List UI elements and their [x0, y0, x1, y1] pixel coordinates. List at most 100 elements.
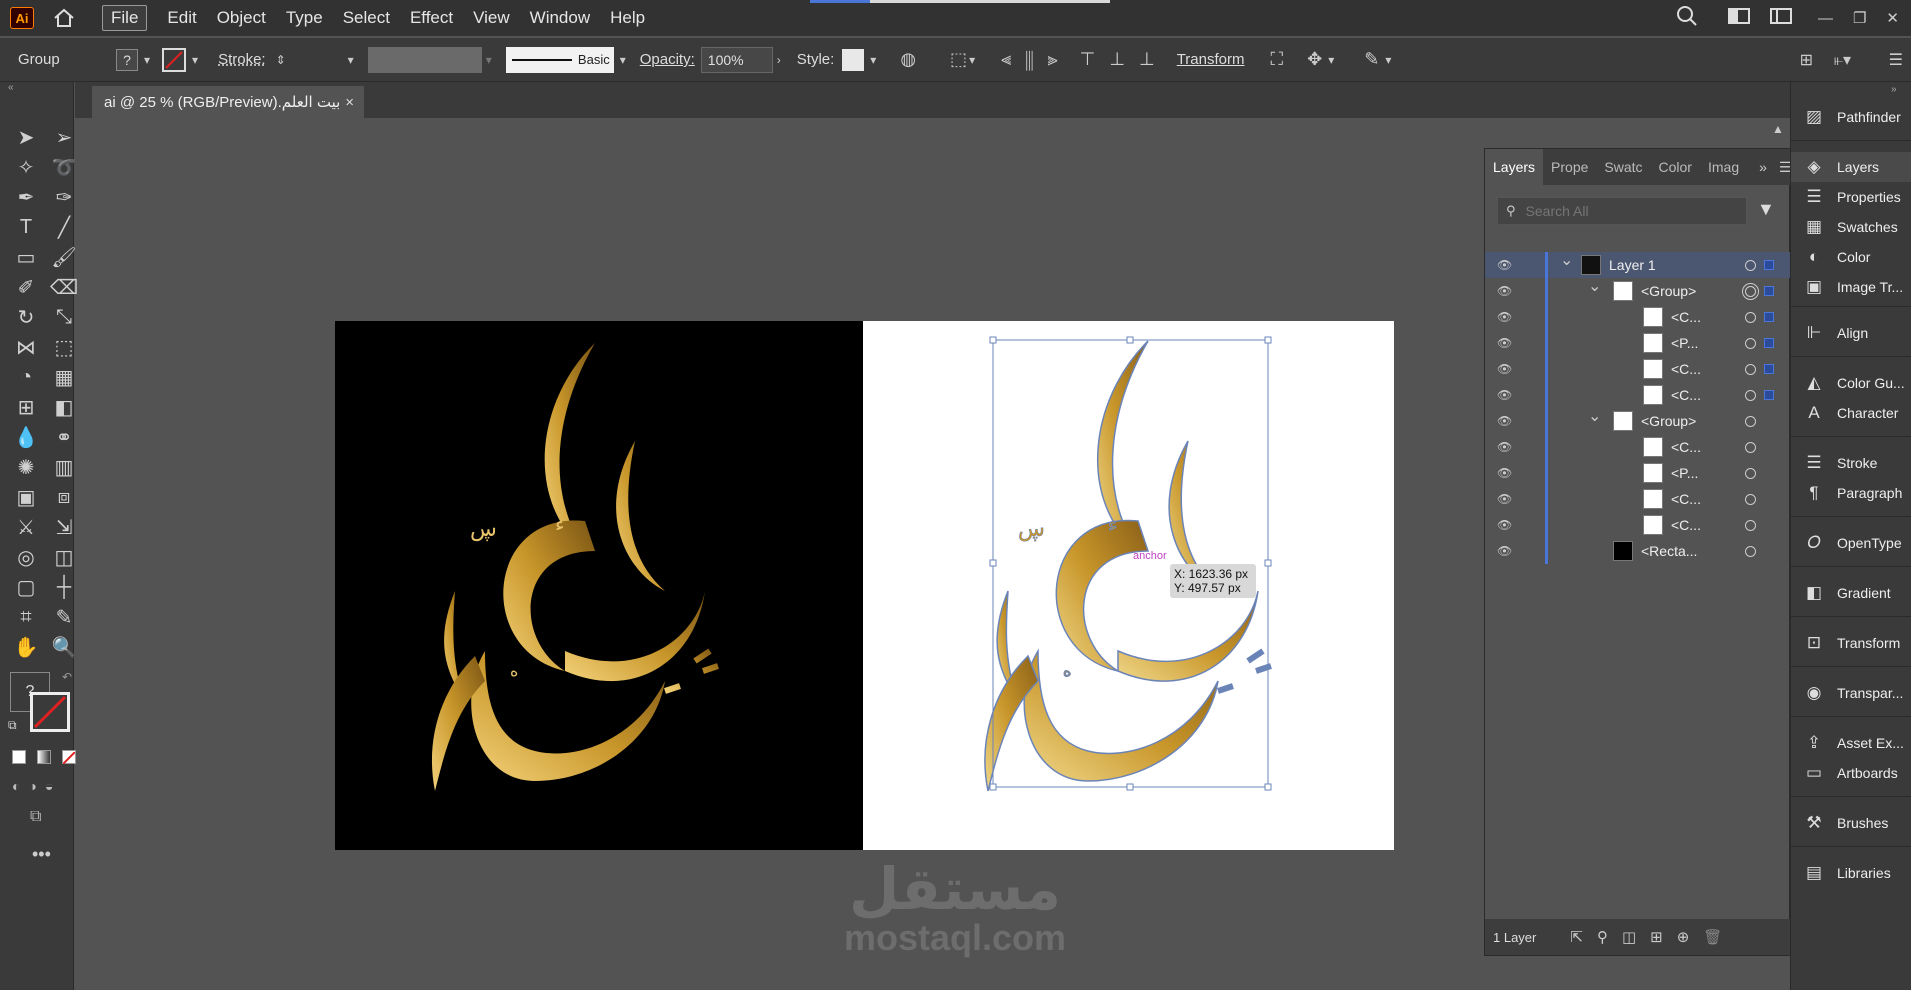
layer-name[interactable]: <C...	[1671, 387, 1701, 403]
shaper-tool-icon[interactable]: ✐	[12, 274, 40, 300]
align-horizontal-icons[interactable]: ⫷⫼⫸	[1001, 49, 1072, 70]
home-icon[interactable]	[50, 4, 78, 32]
dock-item-swatches[interactable]: ▦ Swatches	[1791, 212, 1911, 242]
eyedropper-tool-icon[interactable]: 💧	[12, 424, 40, 450]
selection-indicator[interactable]	[1764, 286, 1774, 296]
target-circle-icon[interactable]	[1745, 389, 1756, 401]
fill-swatch[interactable]: ?	[116, 48, 138, 71]
slice-tool-icon[interactable]: ⚔	[12, 514, 40, 540]
scale-tool-icon[interactable]: ⤡	[50, 304, 78, 330]
line-tool-icon[interactable]: ╱	[50, 214, 78, 240]
close-window-icon[interactable]: ✕	[1886, 9, 1899, 27]
layer-name[interactable]: <P...	[1671, 335, 1698, 351]
restore-icon[interactable]: ❐	[1853, 9, 1866, 27]
dock-item-character[interactable]: A Character	[1791, 398, 1911, 428]
selection-indicator[interactable]	[1764, 260, 1774, 270]
default-fill-stroke-icon[interactable]: ⧉	[8, 718, 17, 733]
stroke-weight-dropdown-icon[interactable]: ▾	[348, 53, 354, 67]
dock-item-opentype[interactable]: 𝑂 OpenType	[1791, 528, 1911, 558]
graphic-style-swatch[interactable]	[842, 48, 865, 71]
dock-item-align[interactable]: ⊩ Align	[1791, 318, 1911, 348]
layer-name[interactable]: <C...	[1671, 361, 1701, 377]
dock-item-image-trace[interactable]: ▣ Image Tr...	[1791, 272, 1911, 302]
menu-effect[interactable]: Effect	[410, 8, 453, 28]
brush-dropdown-icon[interactable]: ▾	[620, 53, 626, 67]
layer-name[interactable]: <Recta...	[1641, 543, 1697, 559]
width-tool-icon[interactable]: ⋈	[12, 334, 40, 360]
dock-item-artboards[interactable]: ▭ Artboards	[1791, 758, 1911, 788]
puppet-warp-icon[interactable]: ✥	[1307, 49, 1322, 70]
document-tab[interactable]: بيت العلم.ai @ 25 % (RGB/Preview) ×	[92, 86, 364, 118]
artboard-black[interactable]: ڛ ء ه	[335, 321, 863, 850]
dock-item-properties[interactable]: ☰ Properties	[1791, 182, 1911, 212]
expand-chevron-icon[interactable]: ⌄	[1588, 276, 1601, 296]
layer-name[interactable]: <C...	[1671, 309, 1701, 325]
layer-name[interactable]: <P...	[1671, 465, 1698, 481]
layer-name[interactable]: <C...	[1671, 439, 1701, 455]
menu-file[interactable]: File	[102, 5, 148, 31]
rotate-tool-icon[interactable]: ↻	[12, 304, 40, 330]
draw-mode-icons[interactable]: ◐◑◒	[12, 778, 61, 794]
expand-chevron-icon[interactable]: ⌄	[1588, 406, 1601, 426]
target-circle-icon[interactable]	[1745, 545, 1756, 557]
close-tab-icon[interactable]: ×	[345, 94, 354, 111]
live-paint-tool-icon[interactable]: ▢	[12, 574, 40, 600]
style-dropdown-icon[interactable]: ▾	[870, 53, 876, 67]
layer-name[interactable]: <Group>	[1641, 283, 1696, 299]
column-graph-tool-icon[interactable]: ▥	[50, 454, 78, 480]
layer-name[interactable]: <C...	[1671, 517, 1701, 533]
visibility-eye-icon[interactable]: 👁	[1497, 544, 1513, 558]
layers-search-input[interactable]	[1525, 203, 1726, 219]
pen-tool-icon[interactable]: ✒	[12, 184, 40, 210]
selection-indicator[interactable]	[1764, 338, 1774, 348]
stroke-indicator[interactable]	[30, 692, 70, 732]
target-circle-icon[interactable]	[1745, 493, 1756, 505]
color-mode-icon[interactable]	[12, 750, 26, 764]
target-circle-icon[interactable]	[1745, 441, 1756, 453]
layer-name[interactable]: <C...	[1671, 491, 1701, 507]
layer-row[interactable]: 👁 <C...	[1485, 486, 1791, 512]
layer-name[interactable]: Layer 1	[1609, 257, 1656, 273]
dock-item-transparency[interactable]: ◉ Transpar...	[1791, 678, 1911, 708]
visibility-eye-icon[interactable]: 👁	[1497, 258, 1513, 272]
selection-tool-icon[interactable]: ➤	[12, 124, 40, 150]
layers-search-box[interactable]: ⚲	[1497, 197, 1747, 225]
paintbrush-tool-icon[interactable]: 🖌	[50, 244, 78, 270]
rectangle-tool-icon[interactable]: ▭	[12, 244, 40, 270]
collapse-toolbar-icon[interactable]: «	[8, 82, 14, 93]
isolate-icon[interactable]: ⛶	[1271, 49, 1284, 70]
selection-indicator[interactable]	[1764, 364, 1774, 374]
selection-indicator[interactable]	[1764, 312, 1774, 322]
dock-item-stroke[interactable]: ☰ Stroke	[1791, 448, 1911, 478]
menu-view[interactable]: View	[473, 8, 510, 28]
layer-row[interactable]: 👁 ⌄ <Group>	[1485, 408, 1791, 434]
target-circle-icon[interactable]	[1745, 363, 1756, 375]
stroke-stepper-icon[interactable]: ⇕	[276, 53, 286, 67]
tab-color[interactable]: Color	[1651, 159, 1700, 175]
tab-image-trace[interactable]: Imag	[1700, 159, 1747, 175]
direct-selection-tool-icon[interactable]: ➢	[50, 124, 78, 150]
puppet-dropdown-icon[interactable]: ▾	[1328, 53, 1334, 67]
symbol-sprayer-tool-icon[interactable]: ✺	[12, 454, 40, 480]
eraser-tool-icon[interactable]: ⌫	[50, 274, 78, 300]
arrange-docs-icon[interactable]	[1769, 8, 1792, 28]
artboard-white[interactable]: ڛ ء ه anchor	[863, 321, 1394, 850]
visibility-eye-icon[interactable]: 👁	[1497, 414, 1513, 428]
dock-item-gradient[interactable]: ◧ Gradient	[1791, 578, 1911, 608]
export-icon[interactable]: ⇱	[1570, 928, 1583, 946]
curvature-tool-icon[interactable]: ✑	[50, 184, 78, 210]
blend-tool-icon[interactable]: ⚭	[50, 424, 78, 450]
dock-item-color-guide[interactable]: ◭ Color Gu...	[1791, 368, 1911, 398]
menu-help[interactable]: Help	[610, 8, 645, 28]
free-transform-tool-icon[interactable]: ⬚	[50, 334, 78, 360]
visibility-eye-icon[interactable]: 👁	[1497, 336, 1513, 350]
layer-row[interactable]: 👁 ⌄ <Group>	[1485, 278, 1791, 304]
stroke-dropdown-icon[interactable]: ▾	[192, 53, 198, 67]
shape-builder-tool-icon[interactable]: ◔	[12, 364, 40, 390]
layer-row[interactable]: 👁 <P...	[1485, 330, 1791, 356]
menu-object[interactable]: Object	[217, 8, 266, 28]
menu-type[interactable]: Type	[286, 8, 323, 28]
scroll-up-icon[interactable]: ▲	[1772, 122, 1784, 136]
visibility-eye-icon[interactable]: 👁	[1497, 284, 1513, 298]
perspective-grid-tool-icon[interactable]: ▦	[50, 364, 78, 390]
